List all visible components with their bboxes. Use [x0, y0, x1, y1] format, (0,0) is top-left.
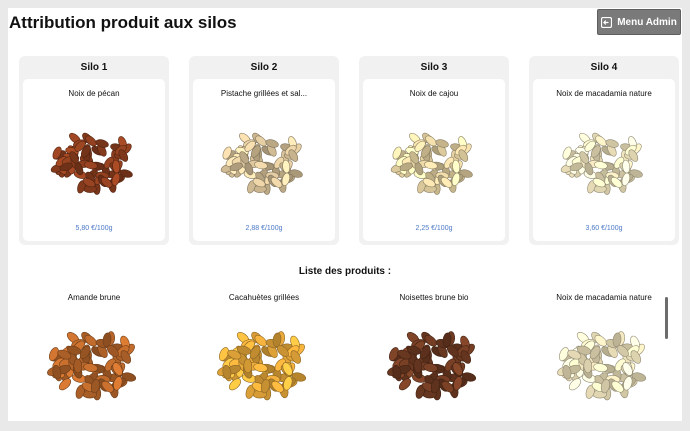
pistachio-image — [220, 132, 303, 195]
scrollbar-thumb[interactable] — [665, 297, 668, 339]
silo-title: Silo 3 — [420, 62, 448, 73]
product-list-heading: Liste des produits : — [298, 266, 392, 277]
silo-1[interactable]: Silo 1 Noix de pécan 5,80 €/100g — [19, 56, 169, 245]
product-name: Noix de macadamia nature — [556, 293, 652, 302]
product-item[interactable]: Amande brune — [19, 293, 169, 418]
macadamia-image — [557, 331, 647, 401]
product-item[interactable]: Cacahuètes grillées — [189, 293, 339, 418]
product-name: Amande brune — [67, 293, 121, 302]
silo-product-price: 3,60 €/100g — [585, 225, 623, 232]
product-list: Amande brune Cacahuètes grillées Noisett… — [19, 293, 679, 418]
pecan-nuts-image — [50, 132, 133, 195]
exit-icon — [601, 16, 613, 28]
silo-title: Silo 2 — [250, 62, 278, 73]
silo-title: Silo 4 — [590, 62, 618, 73]
page: Attribution produit aux silos Menu Admin… — [8, 8, 682, 421]
cashew-image — [390, 132, 473, 195]
product-item[interactable]: Noix de macadamia nature — [529, 293, 679, 418]
product-name: Cacahuètes grillées — [228, 293, 300, 302]
silo-product-name: Noix de cajou — [409, 89, 459, 98]
product-name: Noisettes brune bio — [399, 293, 469, 302]
silo-product-price: 2,25 €/100g — [415, 225, 453, 232]
silo-title: Silo 1 — [80, 62, 108, 73]
admin-menu-button[interactable]: Menu Admin — [597, 9, 681, 35]
macadamia-image — [560, 132, 643, 195]
silo-product-name: Pistache grillées et sal... — [220, 89, 308, 98]
product-item[interactable]: Noisettes brune bio — [359, 293, 509, 418]
silo-3[interactable]: Silo 3 Noix de cajou 2,25 €/100g — [359, 56, 509, 245]
peanut-image — [217, 331, 307, 401]
almond-image — [47, 331, 137, 401]
silo-4[interactable]: Silo 4 Noix de macadamia nature 3,60 €/1… — [529, 56, 679, 245]
silo-grid: Silo 1 Noix de pécan 5,80 €/100g Silo 2 … — [19, 56, 679, 245]
admin-menu-label: Menu Admin — [617, 16, 677, 28]
silo-product-card[interactable]: Pistache grillées et sal... 2,88 €/100g — [193, 79, 335, 241]
page-title: Attribution produit aux silos — [9, 13, 237, 32]
silo-product-card[interactable]: Noix de cajou 2,25 €/100g — [363, 79, 505, 241]
silo-product-price: 2,88 €/100g — [245, 225, 283, 232]
silo-2[interactable]: Silo 2 Pistache grillées et sal... 2,88 … — [189, 56, 339, 245]
silo-product-card[interactable]: Noix de pécan 5,80 €/100g — [23, 79, 165, 241]
silo-product-card[interactable]: Noix de macadamia nature 3,60 €/100g — [533, 79, 675, 241]
silo-product-price: 5,80 €/100g — [75, 225, 113, 232]
silo-product-name: Noix de macadamia nature — [556, 89, 652, 98]
silo-product-name: Noix de pécan — [68, 89, 120, 98]
hazelnut-image — [387, 331, 477, 401]
